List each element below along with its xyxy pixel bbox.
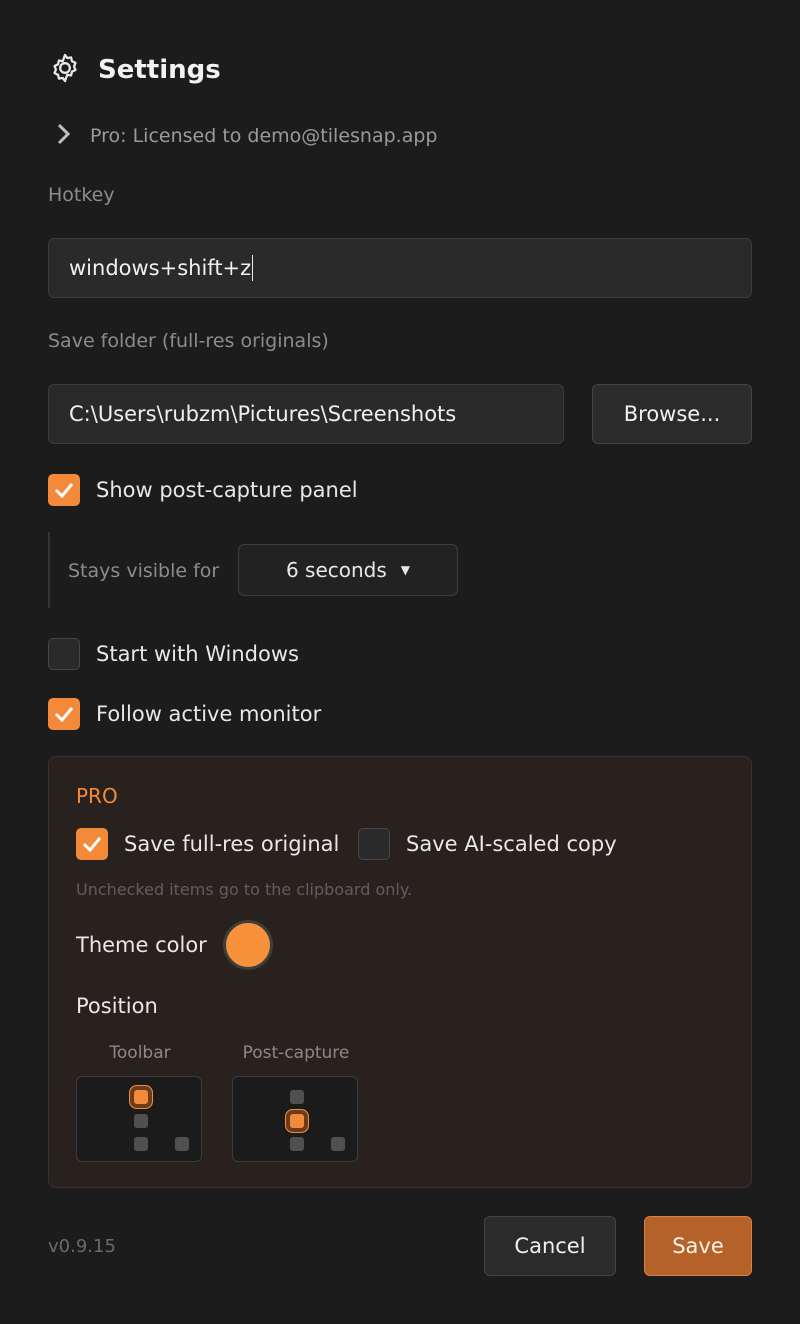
theme-label: Theme color — [76, 933, 207, 957]
position-dot-bottom-right[interactable] — [175, 1137, 189, 1151]
save-ai-label: Save AI-scaled copy — [406, 832, 617, 856]
position-dot-bottom[interactable] — [290, 1137, 304, 1151]
header: Settings — [48, 50, 221, 90]
cancel-button[interactable]: Cancel — [484, 1216, 616, 1276]
checkmark-icon — [82, 837, 102, 852]
hotkey-label: Hotkey — [48, 184, 115, 206]
post-capture-label: Show post-capture panel — [96, 478, 358, 502]
checkmark-icon — [54, 483, 74, 498]
post-capture-checkbox[interactable] — [48, 474, 80, 506]
gear-icon — [48, 51, 82, 89]
theme-color-swatch[interactable] — [222, 920, 273, 970]
position-dot-top-selected[interactable] — [134, 1090, 148, 1104]
start-windows-checkbox-row[interactable]: Start with Windows — [48, 638, 299, 670]
stays-visible-label: Stays visible for — [68, 560, 220, 582]
follow-monitor-checkbox[interactable] — [48, 698, 80, 730]
position-dot-middle-selected[interactable] — [290, 1114, 304, 1128]
start-windows-label: Start with Windows — [96, 642, 299, 666]
dropdown-arrow-icon: ▼ — [400, 563, 411, 577]
browse-button-label: Browse... — [623, 402, 721, 426]
position-label: Position — [76, 994, 158, 1018]
save-button[interactable]: Save — [644, 1216, 752, 1276]
page-title: Settings — [98, 55, 221, 85]
hotkey-input[interactable]: windows+shift+z — [48, 238, 752, 298]
duration-select[interactable]: 6 seconds ▼ — [238, 544, 458, 596]
indent-divider — [48, 532, 50, 608]
position-dot-bottom-right[interactable] — [331, 1137, 345, 1151]
pro-tag: PRO — [76, 784, 118, 808]
position-dot-bottom[interactable] — [134, 1137, 148, 1151]
postcapture-position-label: Post-capture — [242, 1043, 350, 1063]
license-expander[interactable]: Pro: Licensed to demo@tilesnap.app — [56, 118, 437, 154]
chevron-right-icon — [56, 123, 72, 149]
version-label: v0.9.15 — [48, 1236, 116, 1257]
save-folder-input[interactable]: C:\Users\rubzm\Pictures\Screenshots — [48, 384, 564, 444]
save-button-label: Save — [672, 1234, 724, 1258]
text-caret — [252, 255, 254, 281]
license-text: Pro: Licensed to demo@tilesnap.app — [90, 125, 438, 147]
hotkey-value: windows+shift+z — [69, 256, 252, 280]
theme-row: Theme color — [76, 920, 273, 970]
save-folder-value: C:\Users\rubzm\Pictures\Screenshots — [69, 402, 457, 426]
save-ai-checkbox-row[interactable]: Save AI-scaled copy — [358, 828, 617, 860]
save-ai-checkbox[interactable] — [358, 828, 390, 860]
save-folder-label: Save folder (full-res originals) — [48, 330, 329, 352]
follow-monitor-label: Follow active monitor — [96, 702, 322, 726]
duration-value: 6 seconds — [285, 558, 387, 582]
start-windows-checkbox[interactable] — [48, 638, 80, 670]
save-full-checkbox-row[interactable]: Save full-res original — [76, 828, 339, 860]
toolbar-position-grid[interactable] — [76, 1076, 202, 1162]
postcapture-position-grid[interactable] — [232, 1076, 358, 1162]
save-full-checkbox[interactable] — [76, 828, 108, 860]
browse-button[interactable]: Browse... — [592, 384, 752, 444]
position-dot-top[interactable] — [290, 1090, 304, 1104]
position-dot-middle[interactable] — [134, 1114, 148, 1128]
clipboard-hint: Unchecked items go to the clipboard only… — [76, 880, 413, 899]
checkmark-icon — [54, 707, 74, 722]
follow-monitor-checkbox-row[interactable]: Follow active monitor — [48, 698, 321, 730]
save-full-label: Save full-res original — [124, 832, 340, 856]
cancel-button-label: Cancel — [514, 1234, 586, 1258]
toolbar-position-label: Toolbar — [109, 1043, 171, 1063]
post-capture-checkbox-row[interactable]: Show post-capture panel — [48, 474, 358, 506]
